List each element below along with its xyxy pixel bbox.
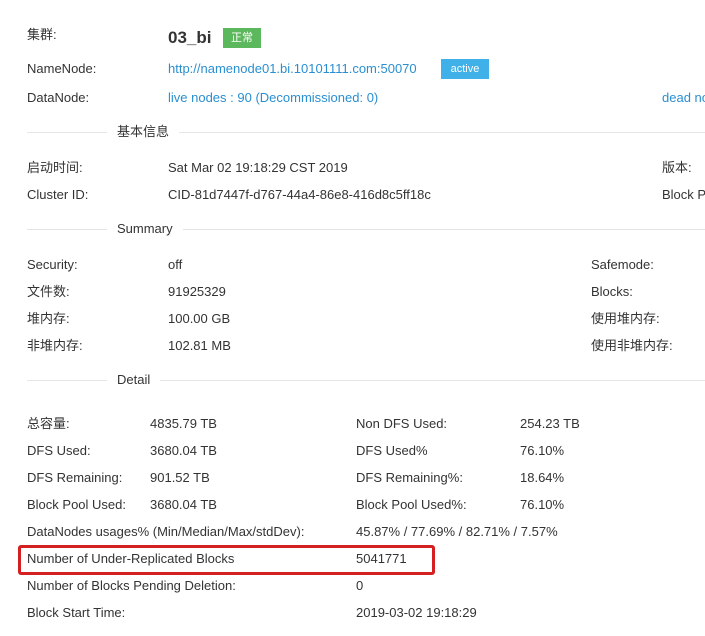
live-nodes-link[interactable]: live nodes : 90 (Decommissioned: 0) xyxy=(168,90,378,106)
heap-value: 100.00 GB xyxy=(168,311,231,326)
datanodes-usage-value: 45.87% / 77.69% / 82.71% / 7.57% xyxy=(356,524,558,539)
start-time-label: 启动时间: xyxy=(27,160,83,175)
namenode-link[interactable]: http://namenode01.bi.10101111.com:50070 xyxy=(168,61,417,77)
dfs-remaining-pct-label: DFS Remaining%: xyxy=(356,470,463,485)
version-label: 版本: xyxy=(662,160,692,175)
capacity-label: 总容量: xyxy=(27,416,70,431)
under-replicated-label: Number of Under-Replicated Blocks xyxy=(27,551,235,566)
heap-used-label: 使用堆内存: xyxy=(591,311,660,326)
block-pool-label: Block P xyxy=(662,187,705,202)
cluster-label: 集群: xyxy=(27,27,57,42)
block-start-time-value: 2019-03-02 19:18:29 xyxy=(356,605,477,620)
blocks-label: Blocks: xyxy=(591,284,633,299)
section-title-detail: Detail xyxy=(107,372,161,388)
dfs-used-pct-label: DFS Used% xyxy=(356,443,428,458)
under-replicated-value: 5041771 xyxy=(356,551,407,566)
files-label: 文件数: xyxy=(27,284,70,299)
nonheap-value: 102.81 MB xyxy=(168,338,231,353)
security-value: off xyxy=(168,257,183,272)
capacity-value: 4835.79 TB xyxy=(150,416,217,431)
non-dfs-used-value: 254.23 TB xyxy=(520,416,580,431)
files-value: 91925329 xyxy=(168,284,226,299)
dfs-remaining-pct-value: 18.64% xyxy=(520,470,565,485)
dead-nodes-link[interactable]: dead no xyxy=(662,90,705,106)
nonheap-label: 非堆内存: xyxy=(27,338,83,353)
cluster-name: 03_bi xyxy=(168,28,212,47)
datanode-label: DataNode: xyxy=(27,90,90,105)
block-start-time-label: Block Start Time: xyxy=(27,605,126,620)
non-dfs-used-label: Non DFS Used: xyxy=(356,416,448,431)
nonheap-used-label: 使用非堆内存: xyxy=(591,338,673,353)
block-pool-used-pct-value: 76.10% xyxy=(520,497,565,512)
active-badge: active xyxy=(441,59,489,79)
namenode-label: NameNode: xyxy=(27,61,97,76)
section-title-summary: Summary xyxy=(107,221,183,237)
heap-label: 堆内存: xyxy=(27,311,70,326)
datanodes-usage-label: DataNodes usages% (Min/Median/Max/stdDev… xyxy=(27,524,305,539)
dfs-used-pct-value: 76.10% xyxy=(520,443,565,458)
dfs-remaining-label: DFS Remaining: xyxy=(27,470,123,485)
block-pool-used-value: 3680.04 TB xyxy=(150,497,217,512)
safemode-label: Safemode: xyxy=(591,257,654,272)
section-title-basic: 基本信息 xyxy=(107,124,180,140)
pending-deletion-value: 0 xyxy=(356,578,364,593)
status-badge: 正常 xyxy=(223,28,261,48)
block-pool-used-label: Block Pool Used: xyxy=(27,497,126,512)
security-label: Security: xyxy=(27,257,78,272)
block-pool-used-pct-label: Block Pool Used%: xyxy=(356,497,467,512)
dfs-used-value: 3680.04 TB xyxy=(150,443,217,458)
cluster-id-value: CID-81d7447f-d767-44a4-86e8-416d8c5ff18c xyxy=(168,187,431,202)
start-time-value: Sat Mar 02 19:18:29 CST 2019 xyxy=(168,160,348,175)
dfs-remaining-value: 901.52 TB xyxy=(150,470,210,485)
pending-deletion-label: Number of Blocks Pending Deletion: xyxy=(27,578,236,593)
cluster-id-label: Cluster ID: xyxy=(27,187,89,202)
dfs-used-label: DFS Used: xyxy=(27,443,91,458)
